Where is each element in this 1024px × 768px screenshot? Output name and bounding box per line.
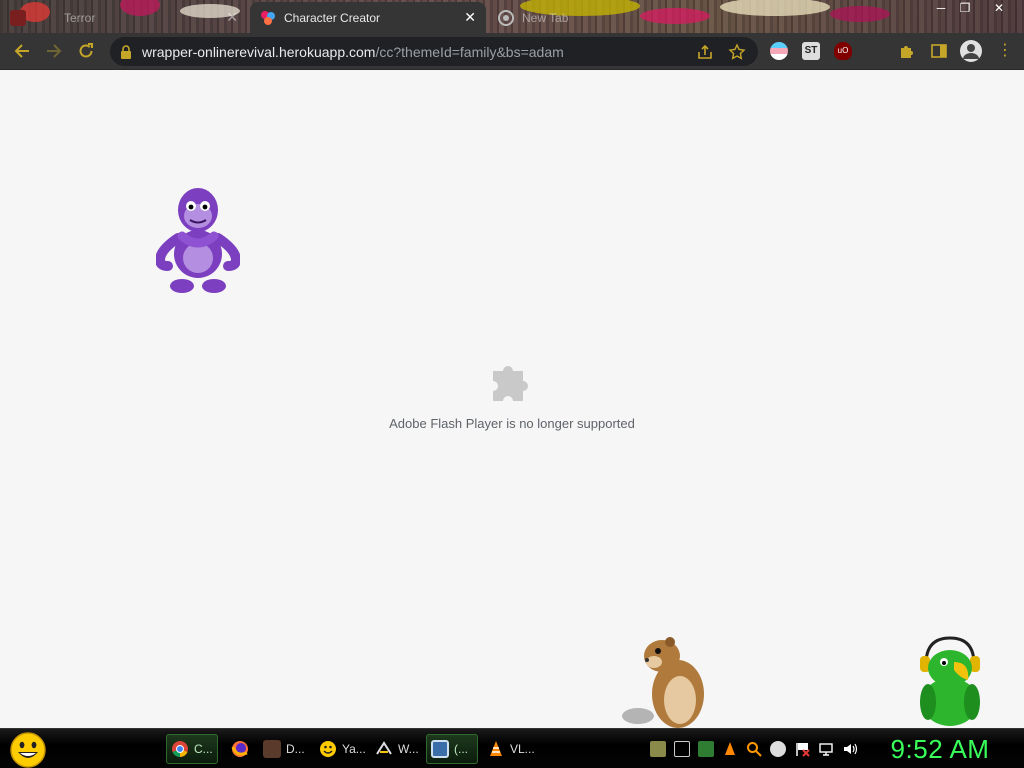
taskbar-clock[interactable]: 9:52 AM: [880, 732, 1000, 766]
flash-unsupported-message: Adobe Flash Player is no longer supporte…: [389, 416, 635, 431]
chrome-icon: [172, 741, 188, 758]
url-path: /cc?themeId=family&bs=adam: [375, 43, 564, 60]
reload-icon: [79, 43, 93, 58]
tray-vlc-icon[interactable]: [722, 741, 738, 757]
winamp-icon: [376, 741, 392, 755]
tab-label: Character Creator: [284, 10, 381, 25]
browser-toolbar: wrapper-onlinerevival.herokuapp.com/cc?t…: [0, 33, 1024, 70]
task-label: D...: [286, 742, 305, 756]
tab-label: New Tab: [522, 10, 569, 25]
plugin-puzzle-icon: [493, 366, 528, 401]
task-button-document[interactable]: D...: [258, 734, 310, 764]
tab-favicon-icon: [10, 9, 26, 26]
document-icon: [263, 740, 281, 758]
url-host: wrapper-onlinerevival.herokuapp.com: [142, 43, 376, 60]
task-button-yahoo-messenger[interactable]: Ya...: [314, 734, 366, 764]
task-label: W...: [398, 742, 419, 756]
task-button-chrome[interactable]: C...: [166, 734, 218, 764]
close-tab-icon[interactable]: ✕: [226, 9, 238, 26]
firefox-icon: [231, 741, 248, 757]
tray-app-icon[interactable]: [650, 741, 666, 757]
tab-terror[interactable]: Terror ✕: [0, 2, 248, 33]
yahoo-messenger-icon: [320, 741, 336, 757]
tray-network-icon[interactable]: [818, 741, 834, 757]
close-window-button[interactable]: ✕: [984, 0, 1014, 16]
tab-label: Terror: [64, 10, 96, 25]
start-button-smiley-icon[interactable]: [8, 731, 48, 768]
task-button-winamp[interactable]: W...: [370, 734, 422, 764]
bookmark-star-icon[interactable]: [728, 43, 746, 61]
tray-volume-icon[interactable]: [842, 741, 858, 757]
purple-gorilla-mascot[interactable]: [156, 182, 240, 298]
reload-button[interactable]: [74, 39, 98, 63]
tray-tree-icon[interactable]: [698, 741, 714, 757]
taskbar: C... D... Ya... W... (... VL... 9:52 AM: [0, 728, 1024, 768]
tab-new-tab[interactable]: New Tab: [488, 2, 618, 33]
tray-winamp-icon[interactable]: [674, 741, 690, 757]
hamster-mascot[interactable]: [620, 634, 712, 728]
ublock-origin-icon[interactable]: uO: [834, 42, 852, 60]
lock-icon: [121, 44, 131, 59]
menu-kebab-icon[interactable]: ⋮: [996, 42, 1014, 60]
back-arrow-icon: [14, 44, 29, 58]
page-content: Adobe Flash Player is no longer supporte…: [0, 70, 1024, 728]
tab-character-creator[interactable]: Character Creator ✕: [250, 2, 486, 33]
vlc-icon: [490, 741, 502, 756]
trans-flag-extension-icon[interactable]: [770, 42, 788, 60]
close-tab-icon[interactable]: ✕: [464, 9, 476, 26]
character-creator-favicon-icon: [260, 10, 276, 26]
side-panel-icon[interactable]: [930, 42, 948, 60]
extensions-puzzle-icon[interactable]: [898, 42, 916, 60]
task-label: Ya...: [342, 742, 366, 756]
share-icon[interactable]: [696, 43, 714, 61]
url-text: wrapper-onlinerevival.herokuapp.com/cc?t…: [142, 44, 564, 60]
window-icon: [431, 740, 449, 758]
task-button-firefox[interactable]: [226, 734, 254, 764]
extension-icon[interactable]: ST: [802, 42, 820, 60]
restore-button[interactable]: ❐: [950, 0, 980, 16]
wallpaper-splat: [720, 0, 830, 16]
forward-button[interactable]: [42, 39, 66, 63]
profile-avatar[interactable]: [960, 40, 982, 62]
task-button-vlc[interactable]: VL...: [482, 734, 535, 764]
task-label: VL...: [510, 742, 535, 756]
tray-status-icon[interactable]: [770, 741, 786, 757]
wallpaper-splat: [830, 6, 890, 22]
task-label: (...: [454, 742, 468, 756]
green-parrot-mascot[interactable]: [912, 636, 990, 728]
task-button-window[interactable]: (...: [426, 734, 478, 764]
task-label: C...: [194, 742, 213, 756]
wallpaper-splat: [640, 8, 710, 24]
address-bar[interactable]: wrapper-onlinerevival.herokuapp.com/cc?t…: [110, 37, 758, 66]
browser-title-bar: Terror ✕ Character Creator ✕ New Tab ─ ❐…: [0, 0, 1024, 33]
back-button[interactable]: [10, 39, 34, 63]
chrome-favicon-icon: [498, 9, 514, 26]
tray-flag-icon[interactable]: [794, 741, 810, 757]
forward-arrow-icon: [47, 44, 62, 58]
tray-search-icon[interactable]: [746, 741, 762, 757]
